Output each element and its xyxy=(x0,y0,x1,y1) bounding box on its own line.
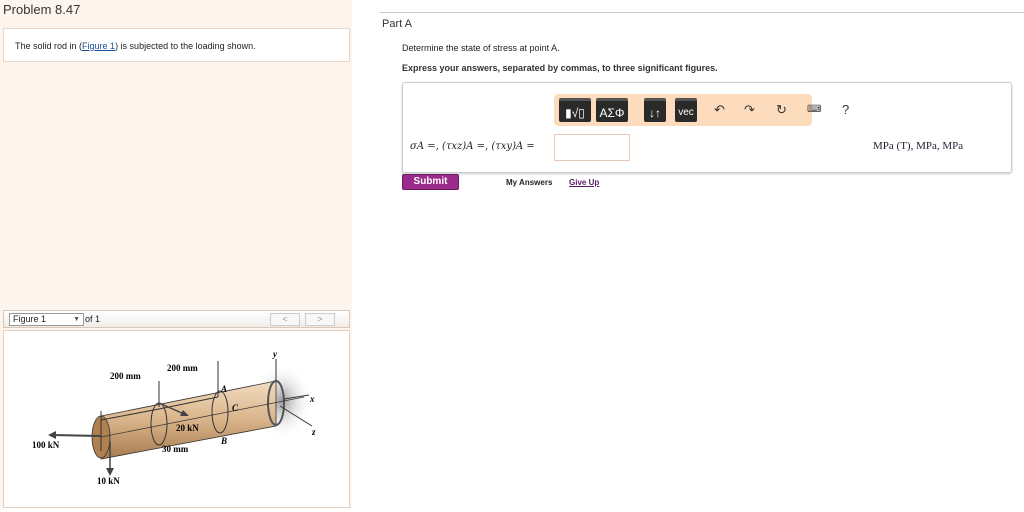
figure-link[interactable]: Figure 1 xyxy=(82,41,115,51)
arrows-button[interactable]: ↓↑ xyxy=(644,98,666,122)
prev-figure-button[interactable]: < xyxy=(270,313,300,326)
keyboard-icon[interactable]: ⌨ xyxy=(807,104,821,115)
my-answers-link[interactable]: My Answers xyxy=(506,178,552,187)
point-c-label: C xyxy=(232,403,239,413)
submit-button[interactable]: Submit xyxy=(402,174,459,190)
instruction-text: Express your answers, separated by comma… xyxy=(402,63,718,73)
problem-statement: The solid rod in (Figure 1) is subjected… xyxy=(3,28,350,62)
figure-select[interactable]: Figure 1 ▼ xyxy=(9,313,84,326)
dim-label: 200 mm xyxy=(167,363,198,373)
rod-diagram: 200 mm 200 mm A B C x y z 100 kN 10 kN 2… xyxy=(32,349,316,486)
problem-title: Problem 8.47 xyxy=(3,2,81,17)
y-axis-label: y xyxy=(272,349,278,359)
templates-button[interactable]: ▮√▯ xyxy=(559,98,591,122)
z-axis-label: z xyxy=(311,427,316,437)
answer-units: MPa (T), MPa, MPa xyxy=(873,140,964,152)
part-title: Part A xyxy=(382,18,412,30)
vec-button[interactable]: vec xyxy=(675,98,697,122)
point-b-label: B xyxy=(220,436,227,446)
reset-icon[interactable]: ↻ xyxy=(776,102,787,118)
figure-count: of 1 xyxy=(85,314,101,324)
radius-label: 30 mm xyxy=(162,444,189,454)
force-label: 100 kN xyxy=(32,440,60,450)
undo-icon[interactable]: ↶ xyxy=(714,102,725,118)
question-text: Determine the state of stress at point A… xyxy=(402,43,560,53)
x-axis-label: x xyxy=(309,394,315,404)
statement-text: ) is subjected to the loading shown. xyxy=(115,41,256,51)
chevron-down-icon: ▼ xyxy=(73,316,80,323)
help-button[interactable]: ? xyxy=(842,102,849,117)
force-label: 20 kN xyxy=(176,423,199,433)
divider xyxy=(380,12,1024,13)
dim-label: 200 mm xyxy=(110,371,141,381)
statement-text: The solid rod in ( xyxy=(15,41,83,51)
math-toolbar: ▮√▯ ΑΣΦ ↓↑ vec ↶ ↷ ↻ ⌨ ? xyxy=(554,94,849,126)
force-label: 10 kN xyxy=(97,476,120,486)
point-a-label: A xyxy=(220,384,227,394)
problem-panel: Problem 8.47 The solid rod in (Figure 1)… xyxy=(0,0,352,508)
answer-input[interactable] xyxy=(554,134,630,161)
greek-button[interactable]: ΑΣΦ xyxy=(596,98,628,122)
redo-icon[interactable]: ↷ xyxy=(744,102,755,118)
answer-equation-label: σA =, (τxz)A =, (τxy)A = xyxy=(410,141,535,152)
figure-nav-bar: Figure 1 ▼ of 1 < > xyxy=(3,310,350,328)
next-figure-button[interactable]: > xyxy=(305,313,335,326)
figure-area: 200 mm 200 mm A B C x y z 100 kN 10 kN 2… xyxy=(3,330,350,508)
give-up-link[interactable]: Give Up xyxy=(569,178,599,187)
figure-select-value: Figure 1 xyxy=(13,314,47,324)
